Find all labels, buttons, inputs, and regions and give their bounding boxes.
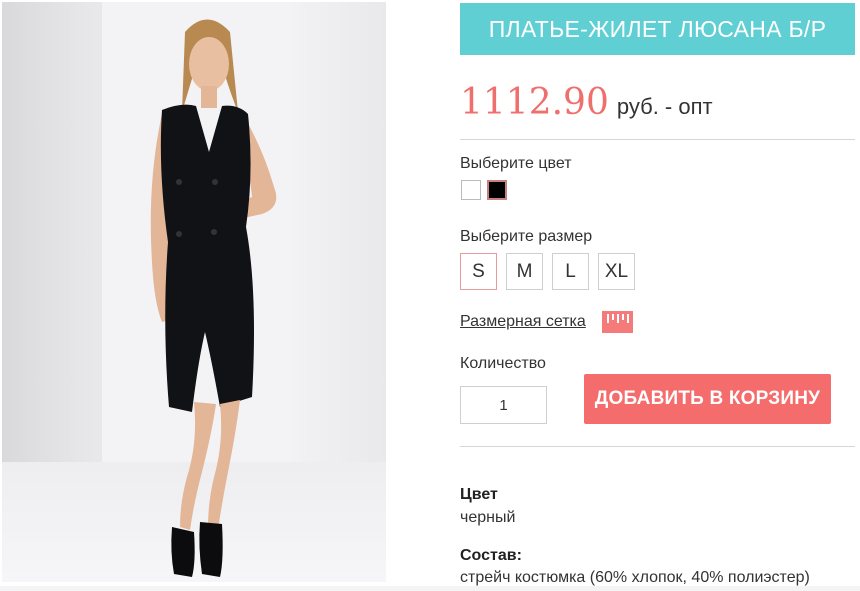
ruler-icon[interactable] (601, 311, 633, 333)
size-label: Выберите размер (460, 228, 593, 245)
size-chart: Размерная сетка (460, 311, 633, 333)
product-title: ПЛАТЬЕ-ЖИЛЕТ ЛЮСАНА Б/Р (460, 3, 855, 55)
size-option-xl[interactable]: XL (598, 253, 635, 290)
spec-color-title: Цвет (460, 486, 498, 503)
price-row: 1112.90 руб. - опт (460, 82, 713, 123)
quantity-input[interactable]: 1 (460, 386, 547, 424)
quantity-label: Количество (460, 355, 546, 372)
product-photo[interactable] (2, 2, 386, 582)
page-bottom-edge (0, 586, 860, 591)
size-option-l[interactable]: L (552, 253, 589, 290)
color-swatch-black[interactable] (487, 180, 507, 200)
divider-bottom (460, 446, 855, 447)
divider-top (460, 139, 855, 140)
color-swatches (461, 180, 507, 200)
product-price: 1112.90 (460, 82, 609, 123)
color-swatch-white[interactable] (461, 180, 481, 200)
spec-composition-value: стрейч костюмка (60% хлопок, 40% полиэст… (460, 569, 810, 586)
price-unit: руб. - опт (616, 94, 713, 119)
spec-color-value: черный (460, 509, 516, 526)
spec-composition-title: Состав: (460, 547, 522, 564)
model-figure (150, 19, 277, 577)
size-option-m[interactable]: M (506, 253, 543, 290)
size-option-s[interactable]: S (460, 253, 497, 290)
size-options: S M L XL (460, 253, 635, 290)
color-label: Выберите цвет (460, 155, 572, 172)
size-chart-link[interactable]: Размерная сетка (460, 313, 586, 331)
add-to-cart-button[interactable]: ДОБАВИТЬ В КОРЗИНУ (584, 374, 831, 424)
